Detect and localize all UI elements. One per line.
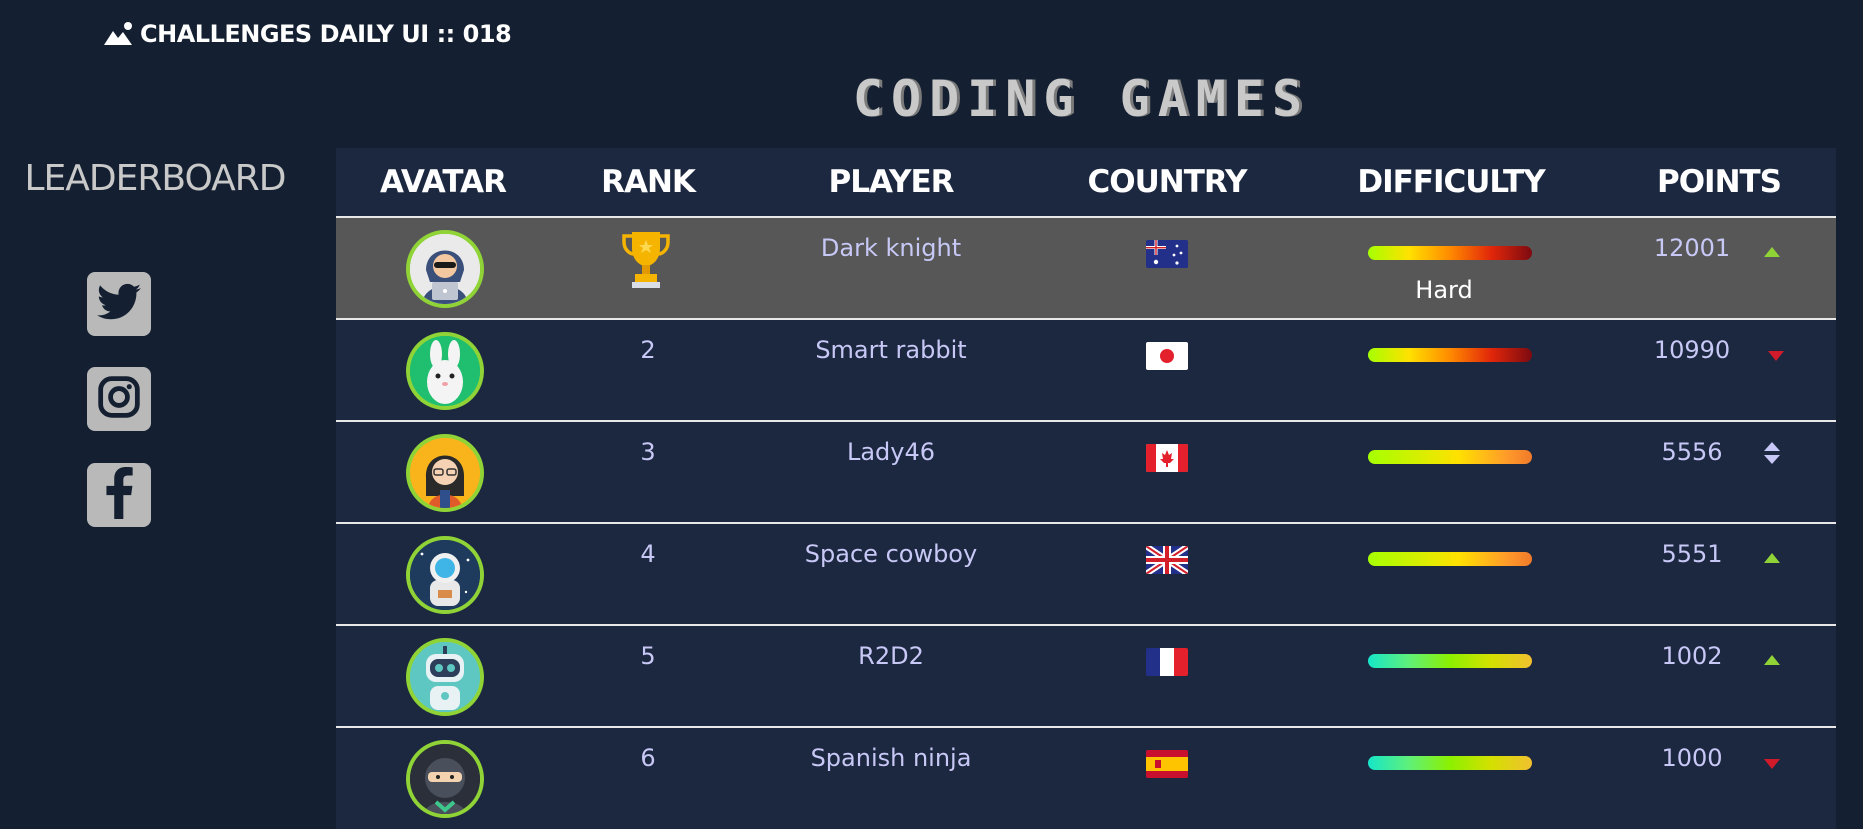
page-title: CODING GAMES bbox=[852, 70, 1311, 128]
canada-flag-icon bbox=[1146, 444, 1188, 472]
player-name: Space cowboy bbox=[804, 540, 978, 568]
player-name: Spanish ninja bbox=[810, 744, 972, 772]
points-value: 1000 bbox=[1661, 744, 1723, 772]
table-row[interactable]: 4 Space cowboy 5551 bbox=[336, 524, 1836, 626]
uk-flag-icon bbox=[1146, 546, 1188, 574]
column-header-player[interactable]: PLAYER bbox=[829, 164, 955, 200]
france-flag-icon bbox=[1146, 648, 1188, 676]
points-value: 1002 bbox=[1661, 642, 1723, 670]
facebook-icon bbox=[99, 467, 139, 523]
trend-up-icon bbox=[1764, 548, 1780, 567]
app-title: CHALLENGES DAILY UI :: 018 bbox=[140, 20, 512, 48]
spain-flag-icon bbox=[1146, 750, 1188, 778]
rabbit-avatar bbox=[406, 332, 484, 410]
astronaut-avatar bbox=[406, 536, 484, 614]
column-header-country[interactable]: COUNTRY bbox=[1088, 164, 1248, 200]
instagram-button[interactable] bbox=[87, 367, 151, 431]
ninja-avatar bbox=[406, 740, 484, 818]
rank-value: 5 bbox=[640, 642, 656, 670]
column-header-difficulty[interactable]: DIFFICULTY bbox=[1357, 164, 1545, 200]
difficulty-bar bbox=[1368, 348, 1532, 362]
trend-down-icon bbox=[1764, 754, 1780, 773]
points-value: 5556 bbox=[1661, 438, 1723, 466]
table-row[interactable]: 2 Smart rabbit 10990 bbox=[336, 320, 1836, 422]
rank-value: 3 bbox=[640, 438, 656, 466]
woman-avatar bbox=[406, 434, 484, 512]
twitter-icon bbox=[97, 283, 141, 325]
difficulty-label: Hard bbox=[1415, 276, 1473, 304]
player-name: R2D2 bbox=[858, 642, 924, 670]
facebook-button[interactable] bbox=[87, 463, 151, 527]
player-name: Dark knight bbox=[820, 234, 962, 262]
trophy-icon bbox=[622, 228, 670, 294]
table-row[interactable]: Dark knight Hard 12001 bbox=[336, 218, 1836, 320]
sidebar-title: LEADERBOARD bbox=[24, 158, 286, 199]
column-header-rank[interactable]: RANK bbox=[601, 164, 696, 200]
app-header: CHALLENGES DAILY UI :: 018 bbox=[104, 16, 512, 52]
column-header-avatar[interactable]: AVATAR bbox=[380, 164, 507, 200]
australia-flag-icon bbox=[1146, 240, 1188, 268]
japan-flag-icon bbox=[1146, 342, 1188, 370]
difficulty-bar bbox=[1368, 552, 1532, 566]
points-value: 12001 bbox=[1653, 234, 1731, 262]
trend-up-icon bbox=[1764, 650, 1780, 669]
difficulty-bar bbox=[1368, 246, 1532, 260]
rank-value: 2 bbox=[640, 336, 656, 364]
robot-avatar bbox=[406, 638, 484, 716]
points-value: 5551 bbox=[1661, 540, 1723, 568]
table-row[interactable]: 3 Lady46 5556 bbox=[336, 422, 1836, 524]
trend-same-icon bbox=[1764, 442, 1780, 468]
points-value: 10990 bbox=[1653, 336, 1731, 364]
instagram-icon bbox=[97, 375, 141, 423]
player-name: Smart rabbit bbox=[815, 336, 967, 364]
player-name: Lady46 bbox=[846, 438, 936, 466]
rank-value: 6 bbox=[640, 744, 656, 772]
landscape-icon bbox=[104, 21, 134, 47]
difficulty-bar bbox=[1368, 654, 1532, 668]
hacker-avatar bbox=[406, 230, 484, 308]
table-row[interactable]: 6 Spanish ninja 1000 bbox=[336, 728, 1836, 828]
table-header: AVATAR RANK PLAYER COUNTRY DIFFICULTY PO… bbox=[336, 148, 1836, 218]
twitter-button[interactable] bbox=[87, 272, 151, 336]
table-row[interactable]: 5 R2D2 1002 bbox=[336, 626, 1836, 728]
difficulty-bar bbox=[1368, 450, 1532, 464]
rank-value: 4 bbox=[640, 540, 656, 568]
difficulty-bar bbox=[1368, 756, 1532, 770]
trend-down-icon bbox=[1768, 346, 1784, 365]
column-header-points[interactable]: POINTS bbox=[1657, 164, 1782, 200]
trend-up-icon bbox=[1764, 242, 1780, 261]
leaderboard-table: AVATAR RANK PLAYER COUNTRY DIFFICULTY PO… bbox=[336, 148, 1836, 829]
